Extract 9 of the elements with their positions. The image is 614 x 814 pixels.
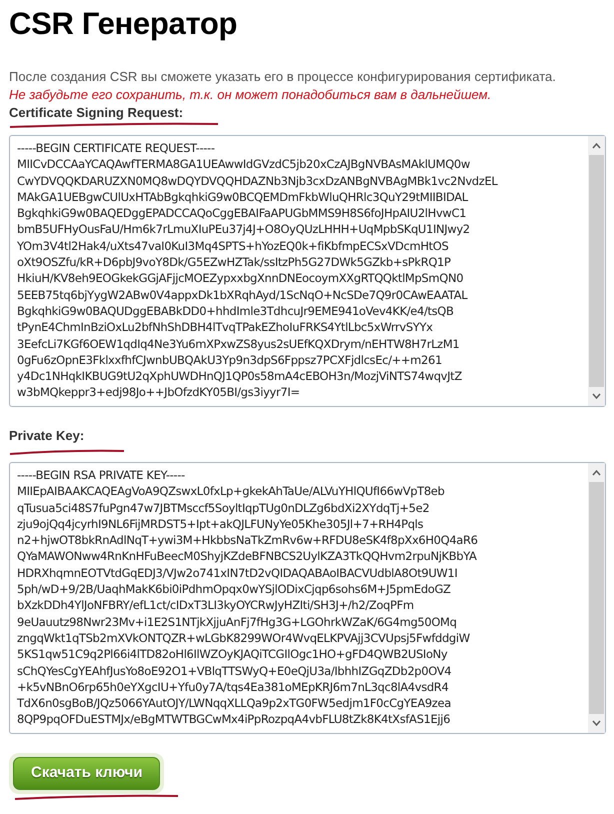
key-text-area[interactable]: -----BEGIN RSA PRIVATE KEY----- MIIEpAIBAAKCAQEAgVoA9QZswxL0fxLp+gkekAhTaUe/ALVuYHlQUfI66wVpT8eb qTusua5ci48S7fuPgn47w7JBTMsccf5SoyltIqpTUg0nDLZg6bdXi2XYdqTj+5e2 zju9ojQq4jcyrhI9NL6FijMRDST5+Ipt+akQJLFUNyYe05Khe305Jl+7+RH4Pqls n2+hjwOT8bkRnAdlNqT+ywi3M+HkbbsNaTkZmRv6w+RFDU8eSK4f8pXx6H0Q4aR6 QYaMAWONww4RnKnHFuBeecM0ShyjKZdeBFNBCS2UylKZA3TkQQHvm2rpuNjKBbYA HDRXhqmnEOTVtdGqEDJ3/VJw2o741xIN7tD2vQIDAQABAoIBACVUdblA8Ot9UW1I 5ph/wD+9/2B/UaqhMakK6bi0iPdhmOpqx0wYSjlODixCjqp6sohs6M+J5pmEdoGZ bXzkDDh4YlJoNFBRY/efL1ct/cIDxT3LI3kyOYCRwJyHZIti/SH3J+/h2/ZoqPFm 9eUauutz98Nwr23Mv+i1E2S1NTjkXjjuAnFj7fHg3G+LGOhrkWZaK/6G4mg50OMq zngqWkt1qTSb2mXVkONTQZR+wLGbK8299WOr4WvqELKPVAjj3CVUpsj5FwfddgiW 5KS1qw51C9q2Pl66i4lTD82oHl6IlWZOyKJAQiTCGIlOgc1HO+gFD4QWB2USIoNy sChQYesCgYEAhfJusYo8oE92O1+VBlqTTSWyQ+E0eQjU3a/IbhhIZGqZDb2p0OV4 +k5vNBnO6rp65h0eYXgcIU+Yfu0y7A/tqs4Ea381oMEpKRJ6m7nL3qc8lA4vsdR4 TdX6n0sgBoB/JQz5066YAutOJY/LWNqqXLLQa9p2xTG0FW5edjm1F0cCgYEA9zea 8QP9pqOFDuESTMJx/eBgMTWTBGCwMx4iPpRozpqA4vbFLU8tZk8K4tXsfAS1Ejj6 <box>9 462 606 734</box>
warning-text: Не забудьте его сохранить, т.к. он может понадобиться вам в дальнейшем. <box>9 86 492 104</box>
field-label: Certificate Signing Request: <box>9 104 184 121</box>
csr-text-area[interactable]: -----BEGIN CERTIFICATE REQUEST----- MIICvDCCAaYCAQAwfTERMA8GA1UEAwwIdGVzdC5jb20xCzAJBgNVBAsMAklUMQ0w CwYDVQQKDARUZXN0MQ8wDQYDVQQHDAZNb3Njb3cxDzANBgNVBAgMBk1vc2NvdzEL MAkGA1UEBgwCUlUxHTAbBgkqhkiG9w0BCQEMDmFkbWluQHRlc3QuY29tMIIBIDAL BgkqhkiG9w0BAQEDggEPADCCAQoCggEBAIFaAPUGbMMS9H8S6foJHpAIU2lHvwC1 bmB5UFHyOusFaU/Hm6k7rLmuXIuPEu37j4J+O8OyQUzLHHH+UqMpbSKqU1INJwy2 YOm3V4tl2Hak4/uXts47vaI0KuI3Mq4SPTS+hYozEQ0k+fiKbfmpECSxVDcmHtOS oXt9OSZfu/kR+D6pbJ9voY8Dk/G5EZwHZTak/ssItzPh5G27DWk5GZkb+sPkRQ1P HkiuH/KV8eh9EOGkekGGjAFjjcMOEZypxxbgXnnDNEocoymXXgRTQQktlMpSmQN0 5EEB75tq6bjYygW2ABw0V4appxDk1bXRqhAyd/1ScNqO+NcSDe7Q9r0CAwEAATAL BgkqhkiG9w0BAQUDggEBABkDD0+hhdImle3TdhcuJr9EME941oVev4KK/e4/tsQB tPynE4ChmInBziOxLu2bfNhShDBH4lTvqTPakEZhoIuFRKS4YtlLbc5xWrrvSYYx 3EefcLi7KGf6OEW1qdIq4Ne3Yu6mXPxwZS8yus2sUEfKQXDrym/nEHTW8H7rLzM1 0gFu6zOpnE3FklxxfhfCJwnbUBQAkU3Yp9n3dpS6Fppsz7PCXFjdlcsEc/++m261 y4Dc1NHqkIKBUG9tU2qXphUWDHnQJ1QP0s58mA4cEBOH3n/MozjViNTS74wqvJtZ w3bMQkeppr3+edj98Jo++JbOfzdKY05BI/gs3iyyr7I= <box>9 135 606 407</box>
field-label: Private Key: <box>9 427 86 444</box>
scrollbar[interactable] <box>588 136 605 406</box>
scrollbar[interactable] <box>588 463 605 733</box>
intro-text: После создания CSR вы сможете указать его в процессе конфигурирования сертификата. <box>9 68 557 86</box>
page-title: CSR Генератор <box>9 5 238 43</box>
